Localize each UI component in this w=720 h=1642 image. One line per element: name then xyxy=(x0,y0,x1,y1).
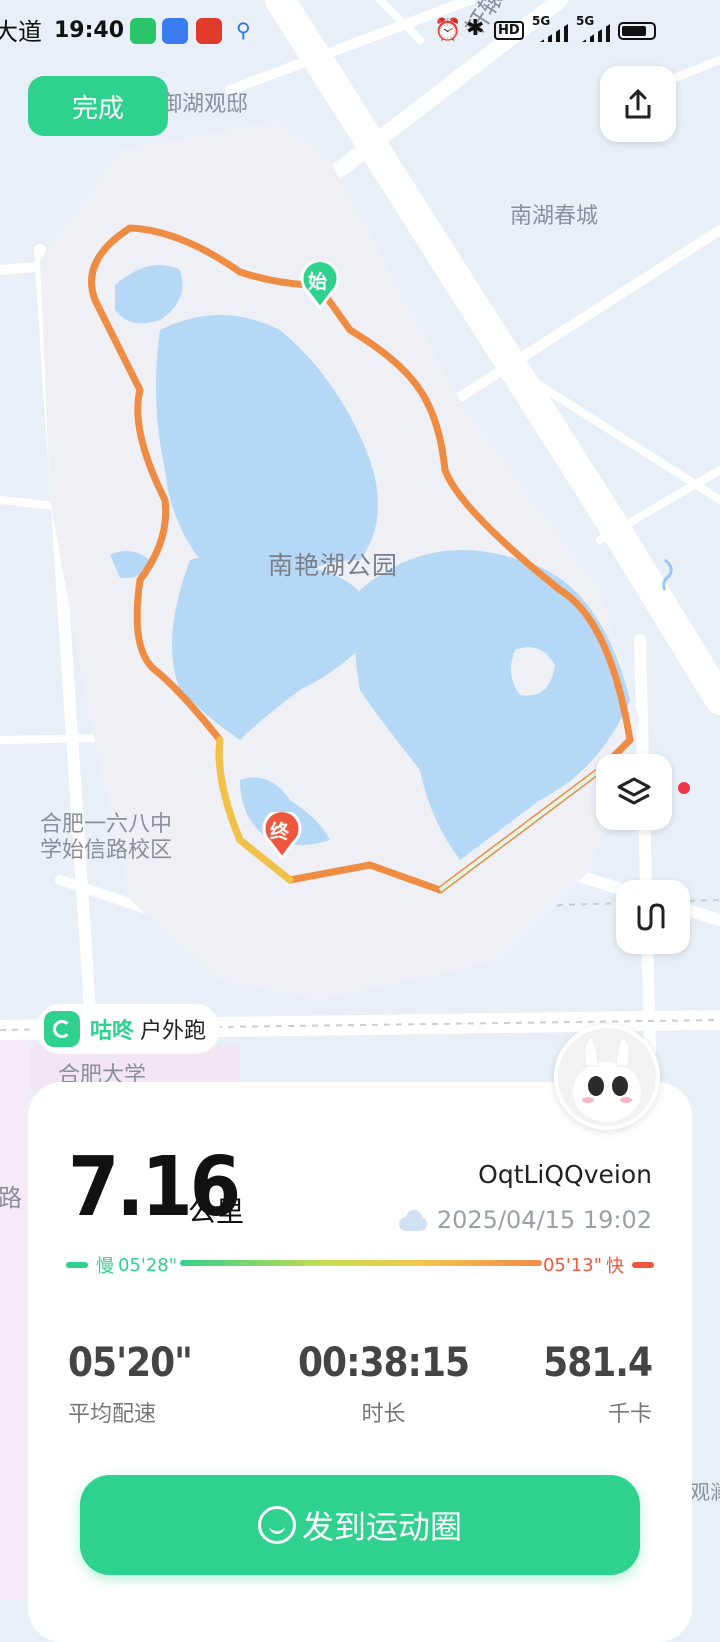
alarm-icon: ⏰ xyxy=(434,18,462,43)
stat-value: 05'20" xyxy=(68,1340,193,1386)
slow-dash xyxy=(66,1262,88,1268)
map-label-school-2: 学始信路校区 xyxy=(40,838,173,863)
brand-name: 咕咚 xyxy=(90,1019,135,1044)
stat-label: 千卡 xyxy=(607,1402,652,1427)
stat-calories: 581.4 千卡 xyxy=(543,1340,653,1428)
username: OqtLiQQveion xyxy=(478,1160,652,1189)
end-marker: 终 xyxy=(262,809,302,864)
codoon-logo-icon xyxy=(44,1011,80,1047)
hd-badge: HD xyxy=(494,21,524,40)
notification-dot xyxy=(678,782,690,794)
end-marker-label: 终 xyxy=(270,821,290,843)
stat-value: 00:38:15 xyxy=(298,1340,470,1386)
chat-bubble-icon xyxy=(257,1506,296,1544)
map-layers-button[interactable] xyxy=(596,754,672,830)
pace-fast-label: 快 xyxy=(606,1256,624,1277)
done-button[interactable]: 完成 xyxy=(28,76,168,136)
battery-icon xyxy=(618,22,656,40)
map-label-park: 南艳湖公园 xyxy=(268,551,399,580)
pace-range-bar: 慢 05'28" 05'13" 快 xyxy=(66,1252,654,1277)
shield-app-icon xyxy=(162,18,188,44)
status-time: 19:40 xyxy=(54,18,125,43)
pace-gradient xyxy=(180,1260,542,1266)
map-label-yuhu: 御湖观邸 xyxy=(160,92,249,117)
activity-date: 2025/04/15 19:02 xyxy=(395,1206,652,1234)
stat-label: 平均配速 xyxy=(68,1402,157,1427)
post-to-feed-label: 发到运动圈 xyxy=(301,1508,462,1546)
activity-datetime: 2025/04/15 19:02 xyxy=(436,1206,652,1234)
stat-duration: 00:38:15 时长 xyxy=(298,1340,470,1428)
route-chart-button[interactable] xyxy=(616,880,690,954)
map-label-chuncheng: 南湖春城 xyxy=(510,204,599,229)
pace-slow-label: 慢 xyxy=(96,1256,114,1277)
stat-label: 时长 xyxy=(361,1402,406,1427)
status-bar: 大道 19:40 ⚲ ⏰ ✱ HD 5G 5G xyxy=(0,0,720,66)
pace-fast-value: 05'13" xyxy=(542,1254,602,1276)
activity-type: 户外跑 xyxy=(140,1019,207,1044)
avatar[interactable] xyxy=(554,1024,660,1130)
avatar-character-icon xyxy=(573,1037,641,1122)
message-app-icon xyxy=(130,18,156,44)
stat-avg-pace: 05'20" 平均配速 xyxy=(68,1340,193,1428)
pace-slow-value: 05'28" xyxy=(118,1254,178,1276)
brand-badge: 咕咚 户外跑 xyxy=(36,1004,221,1054)
wave-icon xyxy=(637,903,665,931)
red-app-icon xyxy=(196,18,222,44)
network-label-2: 5G xyxy=(576,14,595,28)
fast-dash xyxy=(632,1262,654,1268)
post-to-feed-button[interactable]: 发到运动圈 xyxy=(80,1475,640,1575)
status-road-fragment: 大道 xyxy=(0,18,42,46)
cloud-icon xyxy=(395,1209,429,1231)
share-export-button[interactable] xyxy=(600,66,676,142)
pace-slow: 慢 05'28" xyxy=(66,1252,177,1278)
pace-fast: 05'13" 快 xyxy=(543,1252,654,1278)
map-label-road-left: 路 xyxy=(0,1184,22,1212)
share-icon xyxy=(625,89,651,119)
search-icon: ⚲ xyxy=(236,18,251,42)
start-marker-label: 始 xyxy=(308,271,328,293)
layers-icon xyxy=(617,777,651,805)
start-marker: 始 xyxy=(300,259,340,314)
stat-value: 581.4 xyxy=(543,1340,653,1386)
network-label-1: 5G xyxy=(532,14,551,28)
distance-unit: 公里 xyxy=(188,1195,245,1228)
bluetooth-icon: ✱ xyxy=(466,16,485,41)
map-label-right: 观澜 xyxy=(690,1480,720,1504)
